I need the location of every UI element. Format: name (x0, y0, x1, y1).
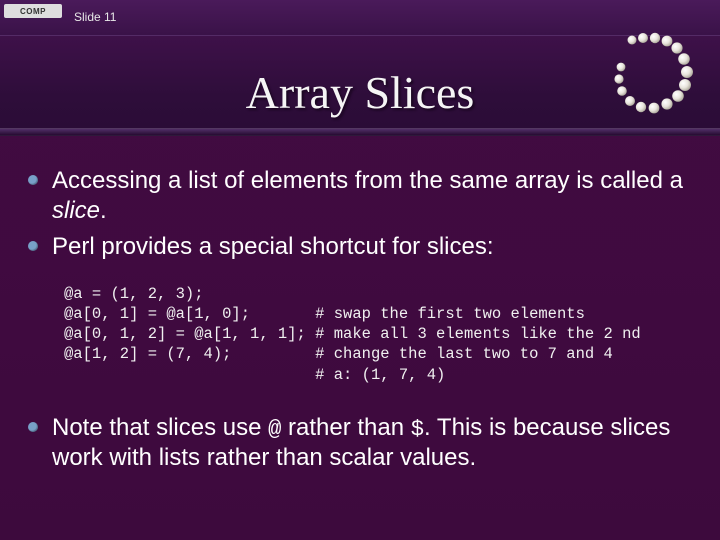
closing-pre: Note that slices use (52, 414, 268, 441)
title-underline (0, 128, 720, 136)
bullet-text: Accessing a list of elements from the sa… (52, 166, 692, 226)
code-line: @a = (1, 2, 3); (64, 285, 204, 303)
bullet-text: Perl provides a special shortcut for sli… (52, 232, 494, 262)
bullet-text-pre: Perl provides a special shortcut for sli… (52, 233, 494, 260)
bullet-text: Note that slices use @ rather than $. Th… (52, 413, 692, 474)
bullet-item: Perl provides a special shortcut for sli… (28, 232, 692, 262)
bullet-text-pre: Accessing a list of elements from the sa… (52, 167, 683, 194)
closing-sym1: @ (268, 417, 281, 442)
bullet-icon (28, 422, 38, 432)
code-line: # a: (1, 7, 4) (64, 366, 445, 384)
code-line: @a[0, 1] = @a[1, 0]; # swap the first tw… (64, 305, 585, 323)
bullet-item: Accessing a list of elements from the sa… (28, 166, 692, 226)
bullet-text-em: slice (52, 197, 100, 224)
content-area: Accessing a list of elements from the sa… (0, 136, 720, 473)
slide-number: Slide 11 (74, 10, 116, 24)
necklace-image (600, 30, 700, 120)
closing-mid: rather than (281, 414, 410, 441)
code-line: @a[0, 1, 2] = @a[1, 1, 1]; # make all 3 … (64, 325, 641, 343)
bullet-icon (28, 175, 38, 185)
code-block: @a = (1, 2, 3); @a[0, 1] = @a[1, 0]; # s… (64, 284, 692, 385)
logo-badge: COMP (4, 4, 62, 18)
bullet-item: Note that slices use @ rather than $. Th… (28, 413, 692, 474)
bullet-text-post: . (100, 197, 107, 224)
closing-sym2: $ (411, 417, 424, 442)
logo-text: COMP (20, 7, 46, 16)
code-line: @a[1, 2] = (7, 4); # change the last two… (64, 345, 613, 363)
bullet-icon (28, 241, 38, 251)
